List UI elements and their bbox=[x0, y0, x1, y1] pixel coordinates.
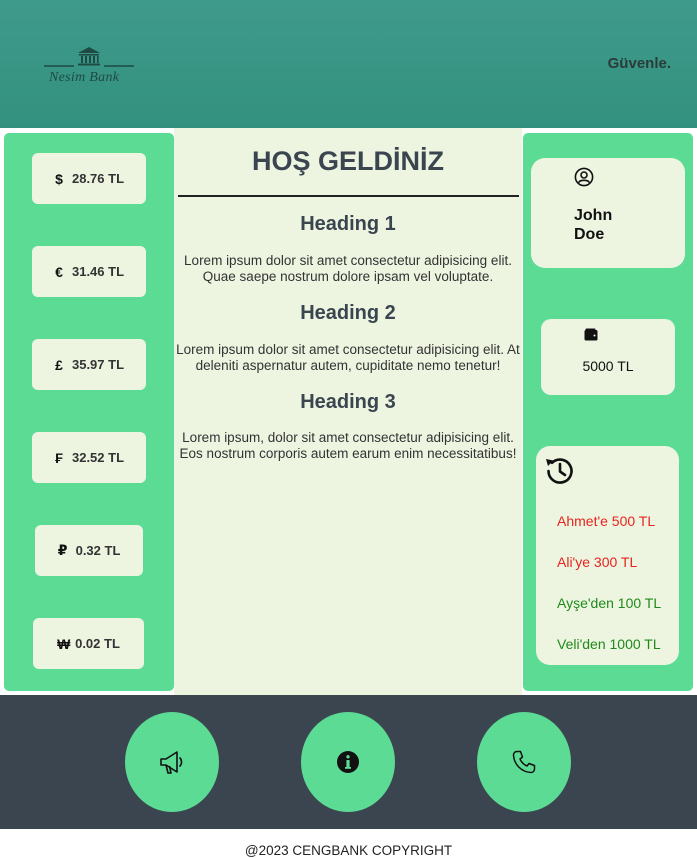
user-card[interactable]: John Doe bbox=[531, 158, 685, 268]
section-heading-1: Heading 1 bbox=[300, 213, 396, 235]
section-text-1: Lorem ipsum dolor sit amet consectetur a… bbox=[184, 253, 512, 284]
franc-icon: ₣ bbox=[55, 449, 63, 466]
rate-value: 0.32 TL bbox=[75, 543, 121, 558]
dollar-icon: $ bbox=[55, 170, 63, 187]
info-icon bbox=[337, 751, 359, 773]
divider bbox=[178, 195, 519, 197]
won-icon: ₩ bbox=[57, 635, 71, 652]
footer-bar bbox=[0, 695, 697, 829]
transaction-item[interactable]: Ahmet'e 500 TL bbox=[557, 513, 655, 529]
header: Nesim Bank Güvenle. bbox=[0, 0, 697, 128]
rate-value: 32.52 TL bbox=[71, 450, 125, 465]
rate-value: 0.02 TL bbox=[75, 636, 120, 651]
section-text-2: Lorem ipsum dolor sit amet consectetur a… bbox=[176, 342, 520, 373]
account-panel: John Doe 5000 TL Ahmet'e 500 TL Ali'ye 3… bbox=[523, 133, 693, 691]
tagline: Güvenle. bbox=[607, 55, 671, 72]
rate-card-gbp[interactable]: £ 35.97 TL bbox=[32, 339, 146, 390]
section-text-3: Lorem ipsum, dolor sit amet consectetur … bbox=[179, 430, 517, 461]
wallet-card[interactable]: 5000 TL bbox=[541, 319, 675, 395]
bank-logo[interactable]: Nesim Bank bbox=[42, 44, 136, 88]
exchange-rates-panel: $ 28.76 TL € 31.46 TL £ 35.97 TL ₣ 32.52… bbox=[4, 133, 174, 691]
copyright-text: @2023 CENGBANK COPYRIGHT bbox=[244, 843, 453, 858]
rate-card-chf[interactable]: ₣ 32.52 TL bbox=[32, 432, 146, 483]
transaction-history: Ahmet'e 500 TL Ali'ye 300 TL Ayşe'den 10… bbox=[536, 446, 679, 665]
transaction-item[interactable]: Ayşe'den 100 TL bbox=[557, 595, 661, 611]
announcements-button[interactable] bbox=[125, 712, 219, 812]
ruble-icon: ₽ bbox=[57, 542, 68, 558]
contact-button[interactable] bbox=[477, 712, 571, 812]
megaphone-icon bbox=[160, 751, 183, 774]
pound-icon: £ bbox=[55, 356, 63, 373]
euro-icon: € bbox=[55, 263, 63, 280]
rate-card-krw[interactable]: ₩ 0.02 TL bbox=[33, 618, 144, 669]
history-icon bbox=[546, 458, 573, 484]
transaction-item[interactable]: Ali'ye 300 TL bbox=[557, 554, 637, 570]
main-area: $ 28.76 TL € 31.46 TL £ 35.97 TL ₣ 32.52… bbox=[0, 128, 697, 695]
bank-building-icon bbox=[44, 47, 134, 67]
user-name: John Doe bbox=[574, 207, 613, 243]
logo-text: Nesim Bank bbox=[49, 70, 120, 85]
welcome-title: HOŞ GELDİNİZ bbox=[251, 146, 444, 176]
transaction-item[interactable]: Veli'den 1000 TL bbox=[557, 636, 661, 652]
wallet-balance: 5000 TL bbox=[582, 358, 634, 374]
section-heading-2: Heading 2 bbox=[300, 302, 396, 324]
section-heading-3: Heading 3 bbox=[300, 391, 396, 413]
info-button[interactable] bbox=[301, 712, 395, 812]
user-circle-icon bbox=[574, 167, 594, 187]
rate-value: 35.97 TL bbox=[71, 357, 125, 372]
content-area: HOŞ GELDİNİZ Heading 1 Lorem ipsum dolor… bbox=[174, 128, 522, 695]
wallet-icon bbox=[584, 328, 598, 341]
rate-card-rub[interactable]: ₽ 0.32 TL bbox=[35, 525, 143, 576]
rate-value: 28.76 TL bbox=[71, 171, 125, 186]
rate-card-eur[interactable]: € 31.46 TL bbox=[32, 246, 146, 297]
rate-value: 31.46 TL bbox=[71, 264, 125, 279]
rate-card-usd[interactable]: $ 28.76 TL bbox=[32, 153, 146, 204]
phone-icon bbox=[512, 750, 536, 774]
